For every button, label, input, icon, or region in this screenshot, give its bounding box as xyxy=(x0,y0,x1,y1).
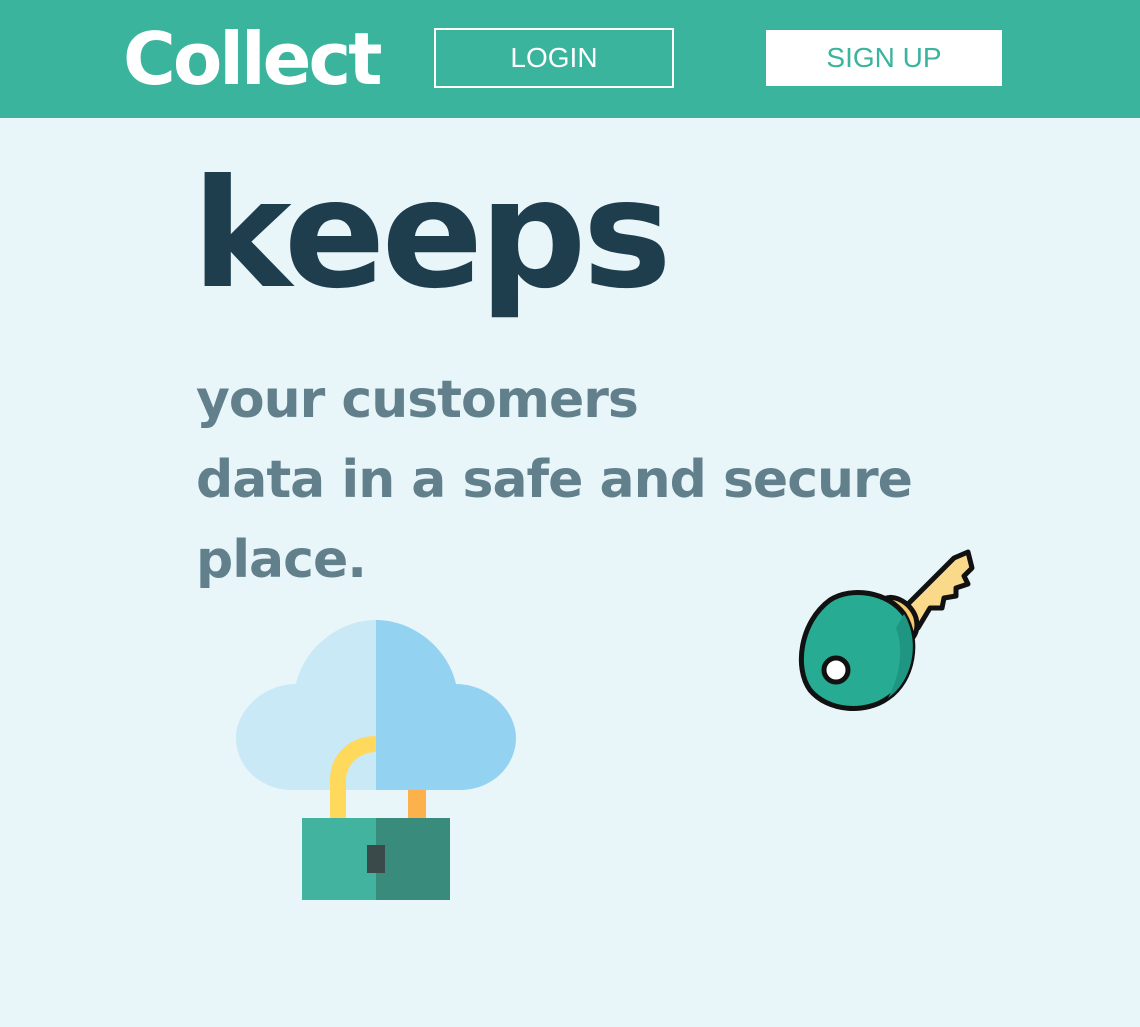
login-button[interactable]: LOGIN xyxy=(434,28,674,88)
top-navbar: Collect LOGIN SIGN UP xyxy=(0,0,1140,118)
brand-logo[interactable]: Collect xyxy=(123,14,383,104)
hero-headline: keeps xyxy=(192,148,672,322)
signup-button[interactable]: SIGN UP xyxy=(766,30,1002,86)
hero-subtext-line: data in a safe and secure xyxy=(196,450,913,510)
cloud-lock-icon xyxy=(236,620,516,900)
key-icon xyxy=(798,549,975,711)
hero-subtext-line: your customers xyxy=(196,370,639,430)
